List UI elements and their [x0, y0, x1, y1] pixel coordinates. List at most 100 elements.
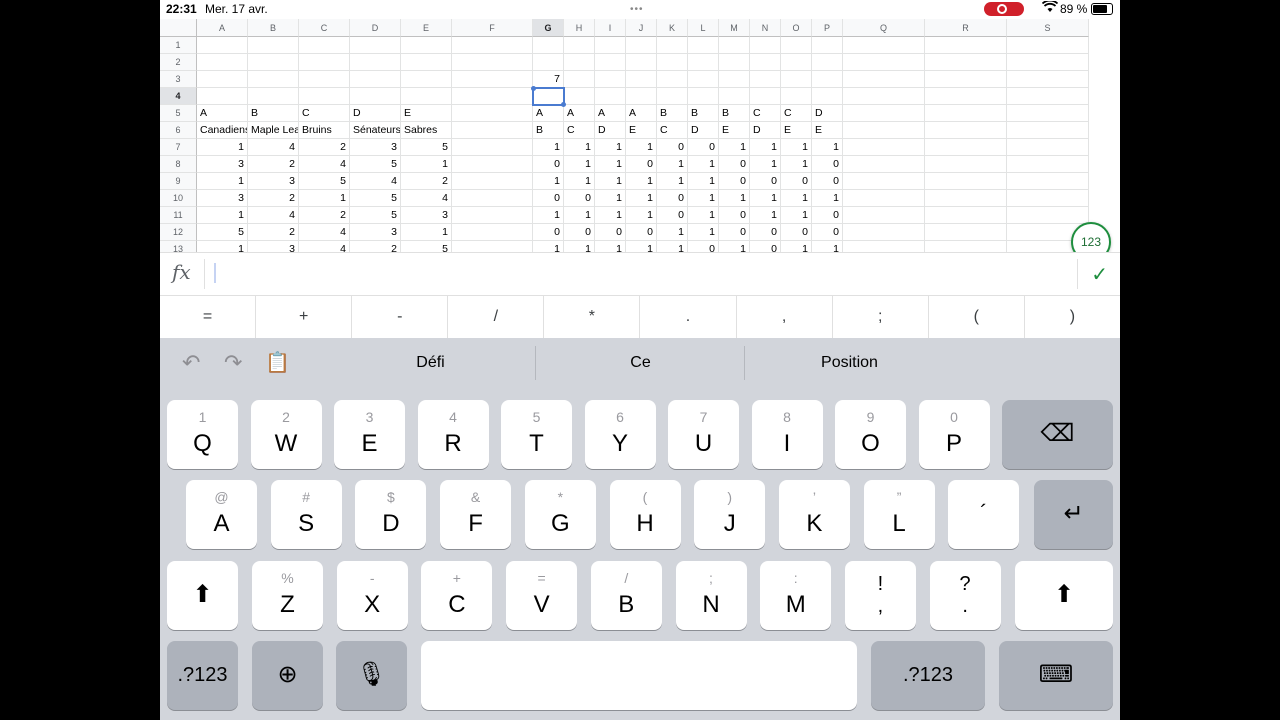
row-header-11[interactable]: 11 — [160, 207, 197, 224]
cell-L3[interactable] — [688, 71, 719, 88]
cell-L8[interactable]: 1 — [688, 156, 719, 173]
cell-A3[interactable] — [197, 71, 248, 88]
cell-J5[interactable]: A — [626, 105, 657, 122]
cell-I13[interactable]: 1 — [595, 241, 626, 252]
cell-D2[interactable] — [350, 54, 401, 71]
cell-B9[interactable]: 3 — [248, 173, 299, 190]
cell-E8[interactable]: 1 — [401, 156, 452, 173]
cell-C6[interactable]: Bruins — [299, 122, 350, 139]
cell-S11[interactable] — [1007, 207, 1089, 224]
cell-H2[interactable] — [564, 54, 595, 71]
cell-S1[interactable] — [1007, 37, 1089, 54]
numbers-key-right[interactable]: .?123 — [871, 641, 985, 710]
cell-P9[interactable]: 0 — [812, 173, 843, 190]
cell-K7[interactable]: 0 — [657, 139, 688, 156]
column-header-H[interactable]: H — [564, 19, 595, 37]
cell-N3[interactable] — [750, 71, 781, 88]
return-key[interactable]: ↵ — [1034, 480, 1113, 549]
cell-N8[interactable]: 1 — [750, 156, 781, 173]
cell-I3[interactable] — [595, 71, 626, 88]
cell-L2[interactable] — [688, 54, 719, 71]
cell-O8[interactable]: 1 — [781, 156, 812, 173]
cell-O5[interactable]: C — [781, 105, 812, 122]
space-bar[interactable] — [421, 641, 857, 710]
shift-left-key[interactable]: ⬆ — [167, 561, 238, 630]
symbol-key[interactable]: + — [256, 296, 353, 338]
cell-Q2[interactable] — [843, 54, 925, 71]
cell-B6[interactable]: Maple Leafs — [248, 122, 299, 139]
key-e[interactable]: 3E — [334, 400, 405, 469]
cell-I10[interactable]: 1 — [595, 190, 626, 207]
symbol-key[interactable]: ; — [833, 296, 929, 338]
column-header-B[interactable]: B — [248, 19, 299, 37]
cell-J11[interactable]: 1 — [626, 207, 657, 224]
number-keyboard-toggle-button[interactable]: 123 — [1071, 222, 1111, 252]
cell-S8[interactable] — [1007, 156, 1089, 173]
cell-O13[interactable]: 1 — [781, 241, 812, 252]
cell-J8[interactable]: 0 — [626, 156, 657, 173]
cell-Q5[interactable] — [843, 105, 925, 122]
cell-S9[interactable] — [1007, 173, 1089, 190]
cell-H11[interactable]: 1 — [564, 207, 595, 224]
key-z[interactable]: % Z — [252, 561, 323, 630]
cell-O1[interactable] — [781, 37, 812, 54]
cell-A7[interactable]: 1 — [197, 139, 248, 156]
cell-M7[interactable]: 1 — [719, 139, 750, 156]
cell-F2[interactable] — [452, 54, 533, 71]
cell-K11[interactable]: 0 — [657, 207, 688, 224]
cell-K10[interactable]: 0 — [657, 190, 688, 207]
cell-C5[interactable]: C — [299, 105, 350, 122]
cell-A11[interactable]: 1 — [197, 207, 248, 224]
cell-D5[interactable]: D — [350, 105, 401, 122]
cell-G7[interactable]: 1 — [533, 139, 564, 156]
cell-D9[interactable]: 4 — [350, 173, 401, 190]
cell-Q9[interactable] — [843, 173, 925, 190]
key-g[interactable]: * G — [524, 480, 596, 549]
key-x[interactable]: -X — [336, 561, 408, 630]
cell-A5[interactable]: A — [197, 105, 248, 122]
cell-B11[interactable]: 4 — [248, 207, 299, 224]
redo-icon[interactable]: ↷ — [224, 350, 242, 376]
row-header-1[interactable]: 1 — [160, 37, 197, 54]
formula-input[interactable] — [214, 263, 216, 283]
suggestion-2[interactable]: Ce — [536, 338, 745, 388]
key-b[interactable]: / B — [590, 561, 662, 630]
cell-J10[interactable]: 1 — [626, 190, 657, 207]
cell-D6[interactable]: Sénateurs — [350, 122, 401, 139]
undo-icon[interactable]: ↶ — [182, 350, 200, 376]
cell-G11[interactable]: 1 — [533, 207, 564, 224]
cell-M4[interactable] — [719, 88, 750, 105]
cell-O3[interactable] — [781, 71, 812, 88]
cell-L4[interactable] — [688, 88, 719, 105]
column-header-Q[interactable]: Q — [843, 19, 925, 37]
column-header-O[interactable]: O — [781, 19, 812, 37]
cell-E3[interactable] — [401, 71, 452, 88]
row-header-12[interactable]: 12 — [160, 224, 197, 241]
cell-Q3[interactable] — [843, 71, 925, 88]
cell-N13[interactable]: 0 — [750, 241, 781, 252]
cell-P1[interactable] — [812, 37, 843, 54]
cell-H7[interactable]: 1 — [564, 139, 595, 156]
cell-R12[interactable] — [925, 224, 1007, 241]
cell-A1[interactable] — [197, 37, 248, 54]
cell-R6[interactable] — [925, 122, 1007, 139]
cell-E6[interactable]: Sabres — [401, 122, 452, 139]
cell-E12[interactable]: 1 — [401, 224, 452, 241]
cell-N11[interactable]: 1 — [750, 207, 781, 224]
cell-M13[interactable]: 1 — [719, 241, 750, 252]
cell-D10[interactable]: 5 — [350, 190, 401, 207]
confirm-check-icon[interactable]: ✓ — [1091, 262, 1108, 287]
cell-M12[interactable]: 0 — [719, 224, 750, 241]
cell-G8[interactable]: 0 — [533, 156, 564, 173]
cell-L1[interactable] — [688, 37, 719, 54]
cell-R4[interactable] — [925, 88, 1007, 105]
cell-H6[interactable]: C — [564, 122, 595, 139]
cell-N4[interactable] — [750, 88, 781, 105]
suggestion-1[interactable]: Défi — [326, 338, 535, 388]
cell-D12[interactable]: 3 — [350, 224, 401, 241]
cell-Q1[interactable] — [843, 37, 925, 54]
cell-A10[interactable]: 3 — [197, 190, 248, 207]
cell-S3[interactable] — [1007, 71, 1089, 88]
row-header-13[interactable]: 13 — [160, 241, 197, 252]
cell-B3[interactable] — [248, 71, 299, 88]
